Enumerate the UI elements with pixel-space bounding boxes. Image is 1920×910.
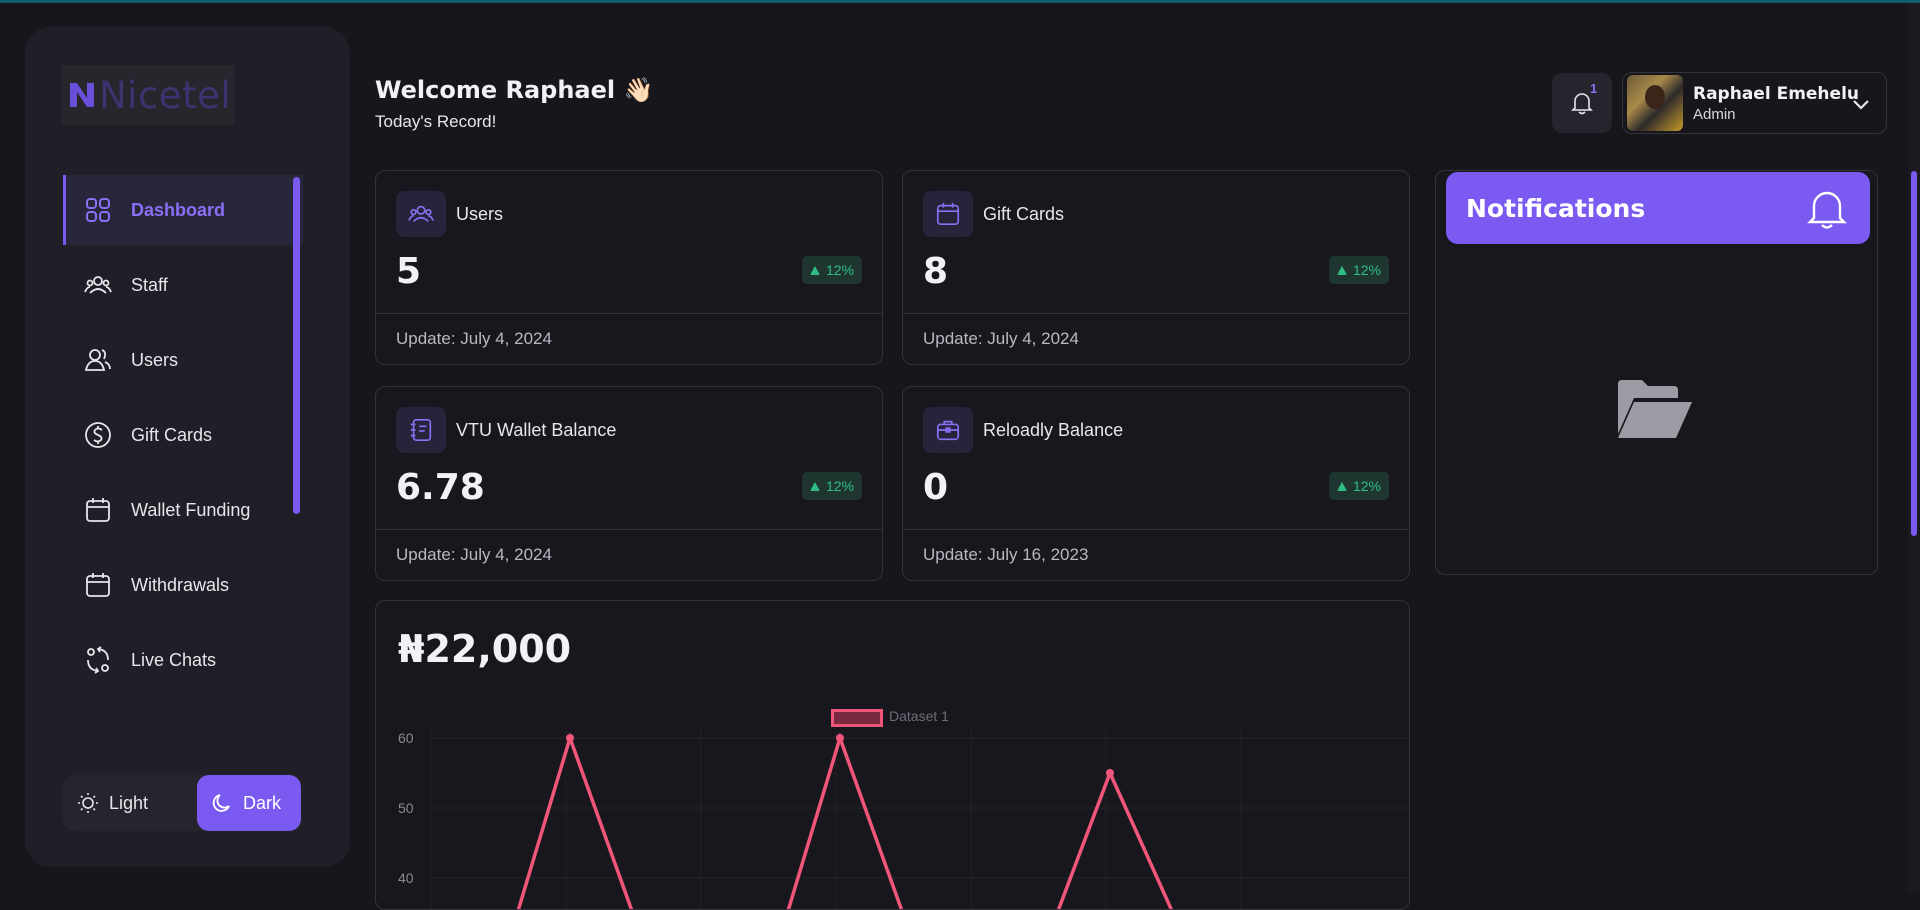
brand-logo[interactable]: Nicetel — [61, 65, 235, 125]
sidebar-item-users[interactable]: Users — [63, 325, 303, 395]
trend-badge: 12% — [801, 472, 862, 500]
sidebar-item-label: Withdrawals — [131, 574, 230, 595]
brand-name: Nicetel — [99, 73, 232, 117]
sidebar-item-gift-cards[interactable]: Gift Cards — [63, 400, 303, 470]
sidebar-item-label: Users — [131, 349, 179, 370]
team-icon — [83, 270, 113, 300]
notifications-title: Notifications — [1466, 194, 1646, 223]
theme-light-button[interactable]: Light — [63, 775, 162, 831]
card-title: Users — [456, 204, 504, 224]
notifications-header: Notifications — [1446, 172, 1870, 244]
sidebar: Nicetel Dashboard Staff Users Gift Cards — [25, 27, 350, 867]
moon-icon — [212, 794, 230, 812]
trend-up-icon — [1336, 481, 1347, 491]
sidebar-item-dashboard[interactable]: Dashboard — [63, 175, 303, 245]
calendar-icon — [83, 570, 113, 600]
ledger-icon — [396, 407, 446, 453]
card-title: Reloadly Balance — [983, 420, 1124, 440]
trend-badge: 12% — [1328, 472, 1389, 500]
trend-badge: 12% — [801, 256, 862, 284]
line-chart — [430, 729, 1409, 909]
chevron-down-icon — [1853, 100, 1869, 110]
notifications-panel: Notifications — [1435, 170, 1878, 575]
series-line — [516, 732, 1174, 909]
sidebar-item-wallet-funding[interactable]: Wallet Funding — [63, 475, 303, 545]
card-update: Update: July 16, 2023 — [923, 545, 1089, 564]
data-point[interactable] — [836, 734, 844, 742]
trend-badge: 12% — [1328, 256, 1389, 284]
calendar-icon — [923, 191, 973, 237]
theme-dark-button[interactable]: Dark — [197, 775, 301, 831]
sidebar-nav: Dashboard Staff Users Gift Cards Wallet … — [63, 175, 303, 700]
revenue-chart-card: ₦22,000 Dataset 1 60 50 40 — [375, 600, 1410, 910]
logo-mark-icon — [67, 80, 97, 110]
dollar-circle-icon — [83, 420, 113, 450]
calendar-icon — [83, 495, 113, 525]
stat-card-vtu-wallet[interactable]: VTU Wallet Balance 6.78 12% Update: July… — [375, 386, 883, 581]
sidebar-item-withdrawals[interactable]: Withdrawals — [63, 550, 303, 620]
card-update: Update: July 4, 2024 — [396, 545, 552, 564]
notifications-button[interactable]: 1 — [1552, 73, 1612, 133]
briefcase-icon — [923, 407, 973, 453]
card-value: 0 — [923, 467, 949, 508]
user-role: Admin — [1693, 105, 1736, 123]
sidebar-item-label: Dashboard — [131, 199, 226, 220]
users-icon — [83, 345, 113, 375]
trend-up-icon — [1336, 265, 1347, 275]
card-update: Update: July 4, 2024 — [923, 329, 1079, 348]
stat-card-gift-cards[interactable]: Gift Cards 8 12% Update: July 4, 2024 — [902, 170, 1410, 365]
page-title: Welcome Raphael 👋🏻 — [375, 76, 654, 104]
trend-up-icon — [809, 265, 820, 275]
theme-toggle[interactable]: Light Dark — [63, 775, 301, 831]
stat-card-users[interactable]: Users 5 12% Update: July 4, 2024 — [375, 170, 883, 365]
sidebar-item-staff[interactable]: Staff — [63, 250, 303, 320]
card-value: 5 — [396, 251, 422, 292]
sidebar-item-label: Wallet Funding — [131, 499, 251, 520]
card-title: VTU Wallet Balance — [456, 420, 617, 440]
theme-light-label: Light — [109, 792, 149, 813]
trend-up-icon — [809, 481, 820, 491]
card-value: 6.78 — [396, 467, 485, 508]
page-subtitle: Today's Record! — [375, 112, 497, 131]
stat-card-reloadly-balance[interactable]: Reloadly Balance 0 12% Update: July 16, … — [902, 386, 1410, 581]
sun-icon — [78, 793, 98, 813]
sidebar-item-live-chats[interactable]: Live Chats — [63, 625, 303, 695]
card-title: Gift Cards — [983, 204, 1065, 224]
page-scrollbar-thumb[interactable] — [1911, 171, 1917, 536]
top-accent-line — [0, 0, 1920, 3]
notification-count-badge: 1 — [1590, 81, 1598, 96]
team-icon — [396, 191, 446, 237]
chat-exchange-icon — [83, 645, 113, 675]
sidebar-item-label: Gift Cards — [131, 424, 213, 445]
grid-icon — [83, 195, 113, 225]
sidebar-scrollbar[interactable] — [293, 177, 300, 514]
card-value: 8 — [923, 251, 949, 292]
user-menu[interactable]: Raphael Emehelu Admin — [1622, 72, 1887, 134]
page-scrollbar[interactable] — [1908, 3, 1920, 893]
sidebar-item-label: Staff — [131, 274, 168, 295]
data-point[interactable] — [566, 734, 574, 742]
bell-icon — [1807, 191, 1847, 229]
theme-dark-label: Dark — [243, 792, 282, 813]
sidebar-item-label: Live Chats — [131, 649, 217, 670]
user-name: Raphael Emehelu — [1693, 83, 1859, 104]
data-point[interactable] — [1106, 769, 1114, 777]
folder-open-icon — [1618, 380, 1692, 438]
card-update: Update: July 4, 2024 — [396, 329, 552, 348]
avatar — [1627, 75, 1683, 131]
